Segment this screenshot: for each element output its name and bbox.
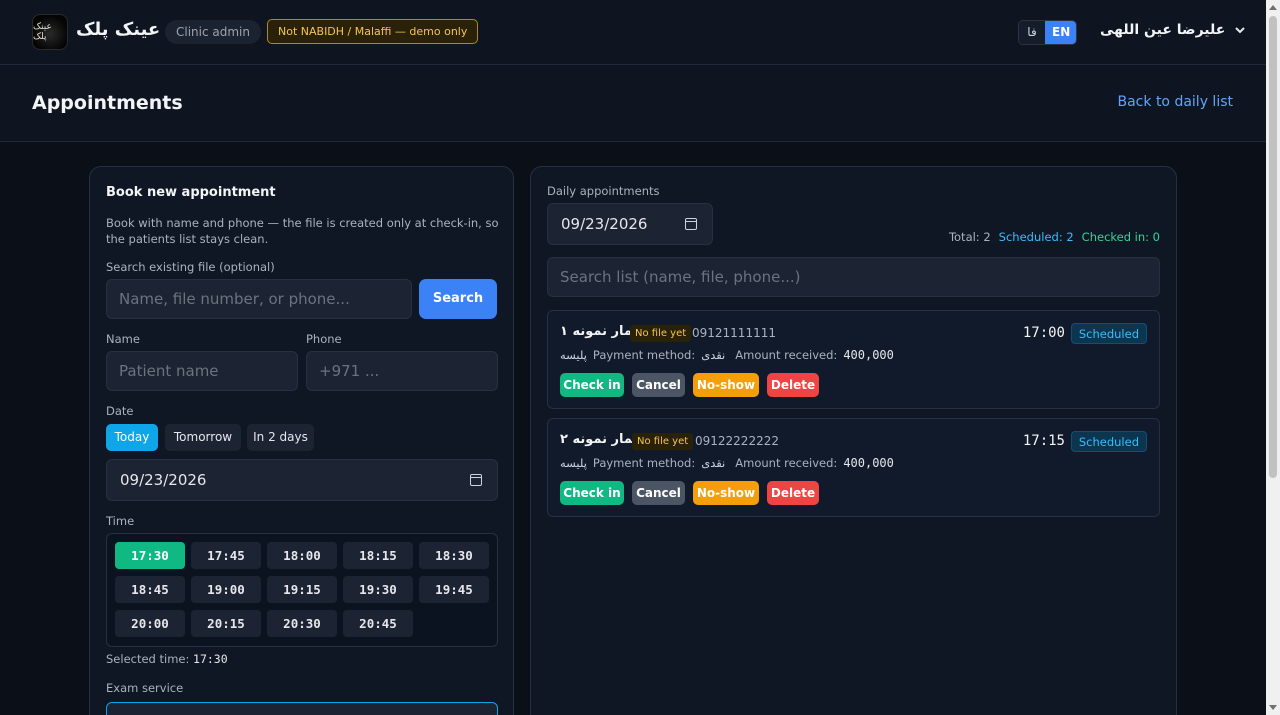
amount-received-value: 400,000 xyxy=(843,456,894,470)
scroll-down-arrow-icon[interactable] xyxy=(1269,705,1277,710)
clinic-logo[interactable]: عینک پلک xyxy=(32,14,68,50)
selected-time-label: Selected time: xyxy=(106,652,190,666)
quick-date-tomorrow[interactable]: Tomorrow xyxy=(165,424,241,451)
quick-date-today[interactable]: Today xyxy=(106,424,158,451)
name-label: Name xyxy=(106,332,140,346)
time-slot[interactable]: 20:15 xyxy=(191,610,261,637)
appointment-details: پلیسه Payment method: نقدی Amount receiv… xyxy=(560,456,894,470)
time-slot[interactable]: 19:00 xyxy=(191,576,261,603)
stat-total: Total: 2 xyxy=(948,230,991,244)
scroll-thumb[interactable] xyxy=(1269,16,1277,478)
amount-received-label: Amount received: xyxy=(735,456,838,470)
booking-title: Book new appointment xyxy=(106,185,276,200)
time-slot[interactable]: 20:30 xyxy=(267,610,337,637)
time-slot[interactable]: 18:30 xyxy=(419,542,489,569)
time-slot[interactable]: 17:30 xyxy=(115,542,185,569)
payment-method-value: نقدی xyxy=(701,456,726,470)
top-bar: عینک پلک عینک پلک Clinic admin Not NABID… xyxy=(0,0,1266,65)
check-in-button[interactable]: Check in xyxy=(560,481,624,505)
stat-scheduled: Scheduled: 2 xyxy=(998,230,1074,244)
selected-time-readout: Selected time: 17:30 xyxy=(106,652,228,666)
no-show-button[interactable]: No-show xyxy=(693,481,759,505)
time-slot[interactable]: 18:45 xyxy=(115,576,185,603)
no-file-badge: No file yet xyxy=(630,325,692,342)
time-slot[interactable]: 17:45 xyxy=(191,542,261,569)
exam-service-label: Exam service xyxy=(106,681,184,695)
booking-date-input[interactable]: 09/23/2026 xyxy=(106,459,498,501)
patient-phone: 09121111111 xyxy=(692,326,776,340)
phone-label: Phone xyxy=(306,332,342,346)
appointment-item: بیمار نمونه ۱ No file yet 09121111111 17… xyxy=(547,310,1160,409)
amount-received-value: 400,000 xyxy=(843,348,894,362)
lang-fa-button[interactable]: فا xyxy=(1019,21,1045,44)
search-file-input[interactable]: Name, file number, or phone... xyxy=(106,279,412,319)
time-slot[interactable]: 20:00 xyxy=(115,610,185,637)
status-badge: Scheduled xyxy=(1070,431,1147,452)
booking-date-value: 09/23/2026 xyxy=(120,471,207,489)
booking-description: Book with name and phone — the file is c… xyxy=(106,216,499,246)
logo-text: عینک پلک xyxy=(33,22,52,42)
role-badge: Clinic admin xyxy=(165,20,261,44)
patient-phone: 09122222222 xyxy=(695,434,779,448)
calendar-icon[interactable] xyxy=(470,474,482,486)
check-in-button[interactable]: Check in xyxy=(560,373,624,397)
patient-name-input[interactable]: Patient name xyxy=(106,351,298,391)
lang-en-button[interactable]: EN xyxy=(1045,21,1076,44)
delete-button[interactable]: Delete xyxy=(767,481,819,505)
search-button[interactable]: Search xyxy=(419,279,497,319)
time-label: Time xyxy=(106,514,135,528)
daily-date-input[interactable]: 09/23/2026 xyxy=(547,203,713,245)
no-file-badge: No file yet xyxy=(632,433,694,450)
appointment-details: پلیسه Payment method: نقدی Amount receiv… xyxy=(560,348,894,362)
language-switcher: فا EN xyxy=(1018,20,1077,45)
booking-card: Book new appointment Book with name and … xyxy=(89,166,514,715)
time-slot-grid: 17:30 17:45 18:00 18:15 18:30 18:45 19:0… xyxy=(106,533,498,647)
scroll-up-arrow-icon[interactable] xyxy=(1269,5,1277,10)
patient-name: بیمار نمونه ۲ xyxy=(560,432,643,447)
time-slot[interactable]: 20:45 xyxy=(343,610,413,637)
time-slot[interactable]: 18:00 xyxy=(267,542,337,569)
delete-button[interactable]: Delete xyxy=(767,373,819,397)
appointment-time: 17:00 xyxy=(1022,325,1065,341)
cancel-button[interactable]: Cancel xyxy=(632,373,685,397)
time-slot[interactable]: 19:45 xyxy=(419,576,489,603)
page-title: Appointments xyxy=(32,92,183,114)
quick-date-in-2-days[interactable]: In 2 days xyxy=(247,424,314,451)
appointment-item: بیمار نمونه ۲ No file yet 09122222222 17… xyxy=(547,418,1160,517)
insurance-value: پلیسه xyxy=(560,456,587,470)
time-slot[interactable]: 18:15 xyxy=(343,542,413,569)
payment-method-label: Payment method: xyxy=(592,456,696,470)
demo-warning-badge: Not NABIDH / Malaffi — demo only xyxy=(267,19,479,44)
user-menu[interactable]: علیرضا عین اللهی xyxy=(1100,22,1246,38)
time-slot[interactable]: 19:30 xyxy=(343,576,413,603)
no-show-button[interactable]: No-show xyxy=(693,373,759,397)
chevron-down-icon xyxy=(1235,26,1246,33)
page-scrollbar[interactable] xyxy=(1266,0,1280,715)
appointment-stats: Total: 2 Scheduled: 2 Checked in: 0 xyxy=(949,230,1160,244)
stat-checked-in: Checked in: 0 xyxy=(1081,230,1160,244)
brand-name: عینک پلک xyxy=(76,19,161,40)
user-name: علیرضا عین اللهی xyxy=(1100,22,1226,38)
daily-date-value: 09/23/2026 xyxy=(561,215,648,233)
exam-service-select[interactable] xyxy=(106,702,498,715)
date-label: Date xyxy=(106,404,134,418)
insurance-value: پلیسه xyxy=(560,348,587,362)
appointment-time: 17:15 xyxy=(1022,433,1065,449)
time-slot[interactable]: 19:15 xyxy=(267,576,337,603)
selected-time-value: 17:30 xyxy=(193,652,228,666)
page-header: Appointments Back to daily list xyxy=(0,65,1266,142)
daily-appointments-label: Daily appointments xyxy=(547,184,660,198)
phone-input[interactable]: +971 ... xyxy=(306,351,498,391)
search-list-input[interactable]: Search list (name, file, phone...) xyxy=(547,257,1160,297)
calendar-icon[interactable] xyxy=(685,218,697,230)
status-badge: Scheduled xyxy=(1070,323,1147,344)
search-file-label: Search existing file (optional) xyxy=(106,260,275,274)
payment-method-value: نقدی xyxy=(701,348,726,362)
back-to-daily-list-link[interactable]: Back to daily list xyxy=(1118,94,1234,110)
payment-method-label: Payment method: xyxy=(592,348,696,362)
amount-received-label: Amount received: xyxy=(735,348,838,362)
cancel-button[interactable]: Cancel xyxy=(632,481,685,505)
daily-appointments-card: Daily appointments 09/23/2026 Total: 2 S… xyxy=(530,166,1177,715)
